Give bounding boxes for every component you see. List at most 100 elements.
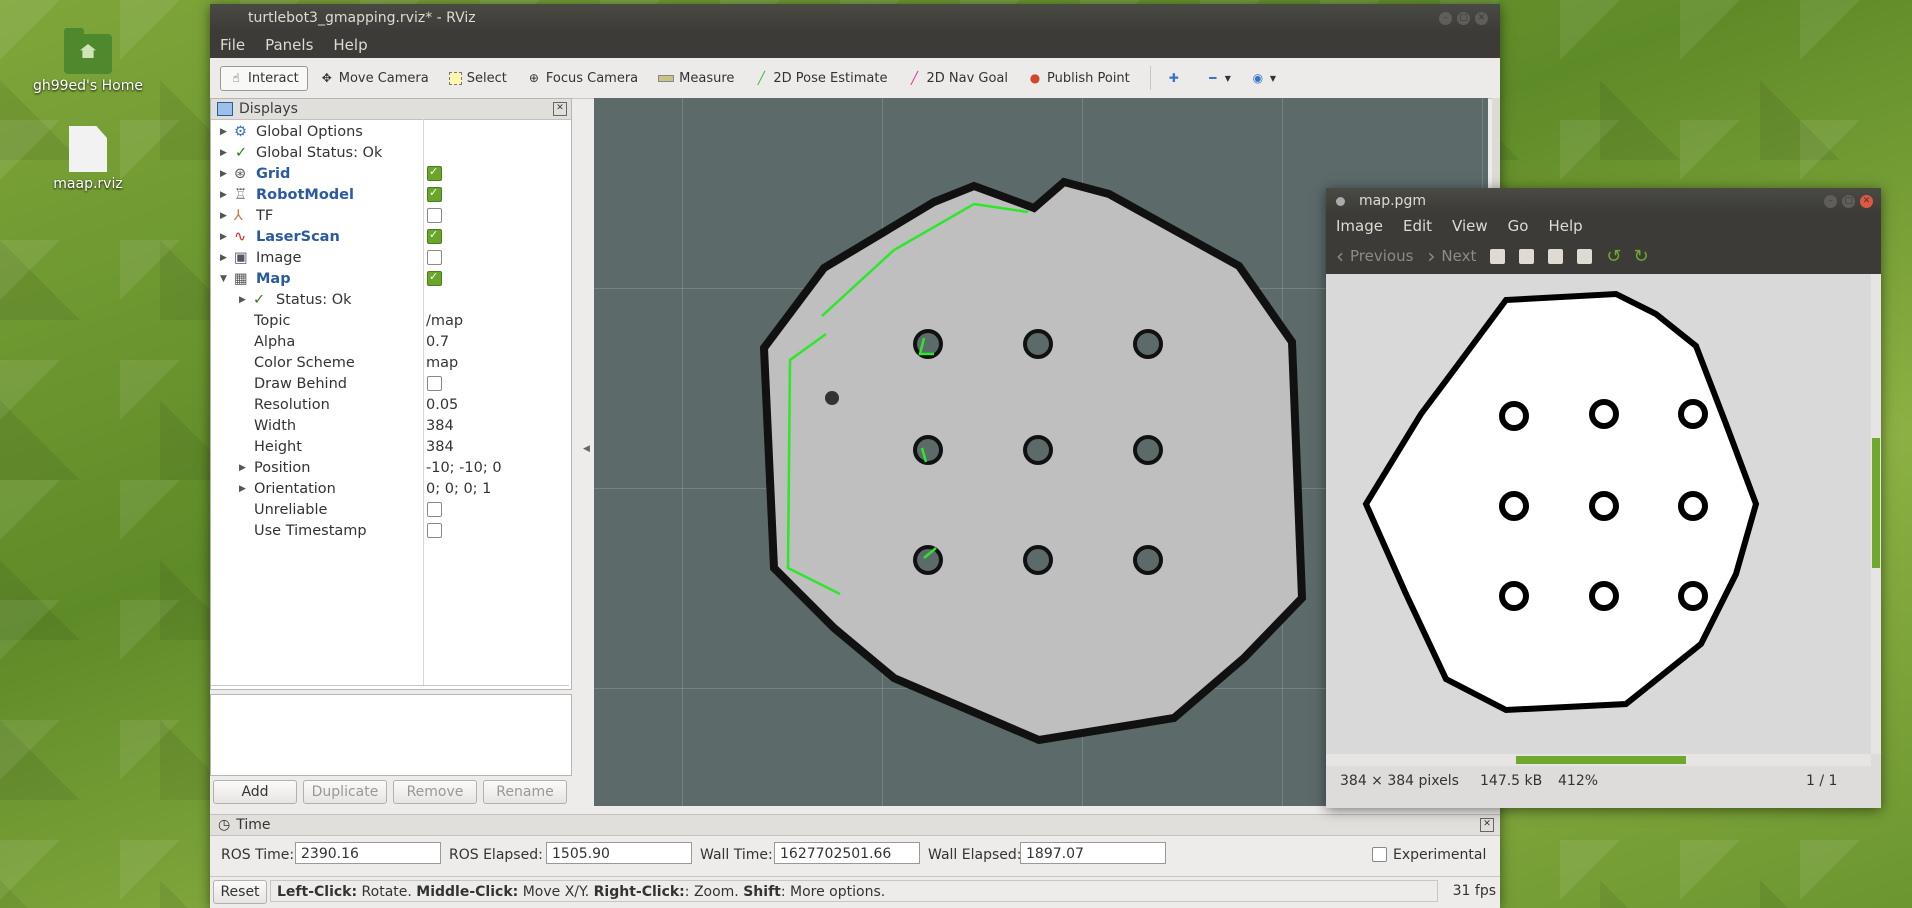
prop-topic[interactable]: Topic/map <box>211 310 569 331</box>
maximize-icon[interactable]: □ <box>1842 194 1855 208</box>
rotate-left-icon[interactable]: ↺ <box>1606 246 1621 267</box>
prop-width[interactable]: Width 384 <box>211 415 569 436</box>
prop-value[interactable]: 384 <box>426 418 454 434</box>
close-icon[interactable]: ✕ <box>1475 11 1488 25</box>
zoom-fit-icon[interactable] <box>1490 248 1506 264</box>
minimize-icon[interactable]: – <box>1439 11 1452 25</box>
map-checkbox[interactable] <box>427 270 442 286</box>
tool-view[interactable]: ◉ ▼ <box>1243 67 1284 89</box>
prop-use-timestamp[interactable]: Use Timestamp <box>211 520 569 541</box>
prop-orientation[interactable]: ▶ Orientation 0; 0; 0; 1 <box>211 478 569 499</box>
expand-arrow-icon[interactable]: ▶ <box>220 232 227 242</box>
rename-button[interactable]: Rename <box>483 780 567 804</box>
tool-add[interactable]: ✚ <box>1159 67 1194 89</box>
collapse-arrow-icon[interactable]: ▼ <box>220 274 227 284</box>
menu-help[interactable]: Help <box>1538 217 1592 235</box>
tree-item-map[interactable]: ▼ ▦ Map <box>211 268 569 289</box>
viewer-titlebar[interactable]: map.pgm – □ ✕ <box>1326 188 1881 214</box>
expand-arrow-icon[interactable]: ▶ <box>239 463 246 473</box>
fullscreen-icon[interactable] <box>1577 248 1593 264</box>
wall-time-field[interactable]: 1627702501.66 <box>774 842 920 864</box>
prop-value[interactable]: map <box>426 355 458 371</box>
desktop-icon-file[interactable]: maap.rviz <box>28 126 148 192</box>
collapse-panel-handle[interactable]: ◀ <box>583 444 590 454</box>
laserscan-checkbox[interactable] <box>427 228 442 244</box>
draw-behind-checkbox[interactable] <box>427 376 442 391</box>
zoom-out-icon[interactable] <box>1519 248 1535 264</box>
menu-edit[interactable]: Edit <box>1393 217 1442 235</box>
image-checkbox[interactable] <box>427 250 442 265</box>
expand-arrow-icon[interactable]: ▶ <box>220 211 227 221</box>
horizontal-scrollbar[interactable] <box>1326 754 1871 766</box>
tool-select[interactable]: Select <box>441 67 515 90</box>
menu-view[interactable]: View <box>1442 217 1498 235</box>
rotate-right-icon[interactable]: ↻ <box>1633 246 1648 267</box>
tf-checkbox[interactable] <box>427 208 442 223</box>
prop-color-scheme[interactable]: Color Scheme map <box>211 352 569 373</box>
next-button[interactable]: › Next <box>1427 244 1476 268</box>
tool-remove[interactable]: ━ ▼ <box>1198 67 1239 89</box>
robotmodel-checkbox[interactable] <box>427 186 442 202</box>
close-icon[interactable]: ✕ <box>1480 818 1494 832</box>
prop-value[interactable]: -10; -10; 0 <box>426 460 502 476</box>
tree-item-global-options[interactable]: ▶ ⚙ Global Options <box>211 121 569 142</box>
scrollbar-thumb[interactable] <box>1516 756 1686 764</box>
prop-resolution[interactable]: Resolution 0.05 <box>211 394 569 415</box>
tree-item-global-status[interactable]: ▶ ✓ Global Status: Ok <box>211 142 569 163</box>
vertical-scrollbar[interactable] <box>1871 274 1881 754</box>
ros-elapsed-field[interactable]: 1505.90 <box>546 842 692 864</box>
duplicate-button[interactable]: Duplicate <box>303 780 387 804</box>
expand-arrow-icon[interactable]: ▶ <box>239 295 246 305</box>
prop-draw-behind[interactable]: Draw Behind <box>211 373 569 394</box>
ros-time-field[interactable]: 2390.16 <box>295 842 441 864</box>
expand-arrow-icon[interactable]: ▶ <box>220 169 227 179</box>
tree-item-robotmodel[interactable]: ▶ ♖ RobotModel <box>211 184 569 205</box>
menu-help[interactable]: Help <box>323 36 377 54</box>
tool-focus-camera[interactable]: ⊕ Focus Camera <box>519 67 646 90</box>
rviz-titlebar[interactable]: turtlebot3_gmapping.rviz* - RViz – □ ✕ <box>210 4 1500 32</box>
wall-elapsed-field[interactable]: 1897.07 <box>1020 842 1166 864</box>
zoom-in-icon[interactable] <box>1548 248 1564 264</box>
prop-value[interactable]: 384 <box>426 439 454 455</box>
remove-button[interactable]: Remove <box>393 780 477 804</box>
tool-measure[interactable]: Measure <box>650 67 742 90</box>
prop-value[interactable]: 0; 0; 0; 1 <box>426 481 491 497</box>
previous-button[interactable]: ‹ Previous <box>1336 244 1413 268</box>
scrollbar-thumb[interactable] <box>1872 438 1880 568</box>
tool-2d-pose-estimate[interactable]: ╱ 2D Pose Estimate <box>746 67 895 90</box>
tool-publish-point[interactable]: ● Publish Point <box>1020 67 1138 90</box>
prop-unreliable[interactable]: Unreliable <box>211 499 569 520</box>
prop-value[interactable]: 0.7 <box>426 334 449 350</box>
window-menu-icon[interactable] <box>1336 196 1345 206</box>
tool-2d-nav-goal[interactable]: ╱ 2D Nav Goal <box>899 67 1016 90</box>
tool-move-camera[interactable]: ✥ Move Camera <box>312 67 437 90</box>
grid-checkbox[interactable] <box>427 165 442 181</box>
minimize-icon[interactable]: – <box>1824 194 1837 208</box>
prop-position[interactable]: ▶ Position -10; -10; 0 <box>211 457 569 478</box>
expand-arrow-icon[interactable]: ▶ <box>220 127 227 137</box>
menu-image[interactable]: Image <box>1326 217 1393 235</box>
menu-file[interactable]: File <box>210 36 255 54</box>
add-button[interactable]: Add <box>213 780 297 804</box>
splitter[interactable] <box>211 685 569 686</box>
experimental-checkbox[interactable] <box>1372 847 1387 862</box>
prop-height[interactable]: Height 384 <box>211 436 569 457</box>
tree-item-image[interactable]: ▶ ▣ Image <box>211 247 569 268</box>
prop-value[interactable]: 0.05 <box>426 397 458 413</box>
prop-status[interactable]: ▶ ✓ Status: Ok <box>211 289 569 310</box>
expand-arrow-icon[interactable]: ▶ <box>220 253 227 263</box>
unreliable-checkbox[interactable] <box>427 502 442 517</box>
reset-button[interactable]: Reset <box>213 880 267 904</box>
desktop-icon-home[interactable]: gh99ed's Home <box>28 28 148 94</box>
expand-arrow-icon[interactable]: ▶ <box>220 190 227 200</box>
close-icon[interactable]: ✕ <box>553 102 567 116</box>
tool-interact[interactable]: ☝ Interact <box>220 65 308 91</box>
tree-item-grid[interactable]: ▶ ⊛ Grid <box>211 163 569 184</box>
prop-value[interactable]: /map <box>426 313 463 329</box>
image-canvas[interactable] <box>1326 274 1871 754</box>
close-icon[interactable]: ✕ <box>1860 194 1873 208</box>
menu-panels[interactable]: Panels <box>255 36 323 54</box>
menu-go[interactable]: Go <box>1498 217 1539 235</box>
tree-item-tf[interactable]: ▶ ⅄ TF <box>211 205 569 226</box>
maximize-icon[interactable]: □ <box>1457 11 1470 25</box>
